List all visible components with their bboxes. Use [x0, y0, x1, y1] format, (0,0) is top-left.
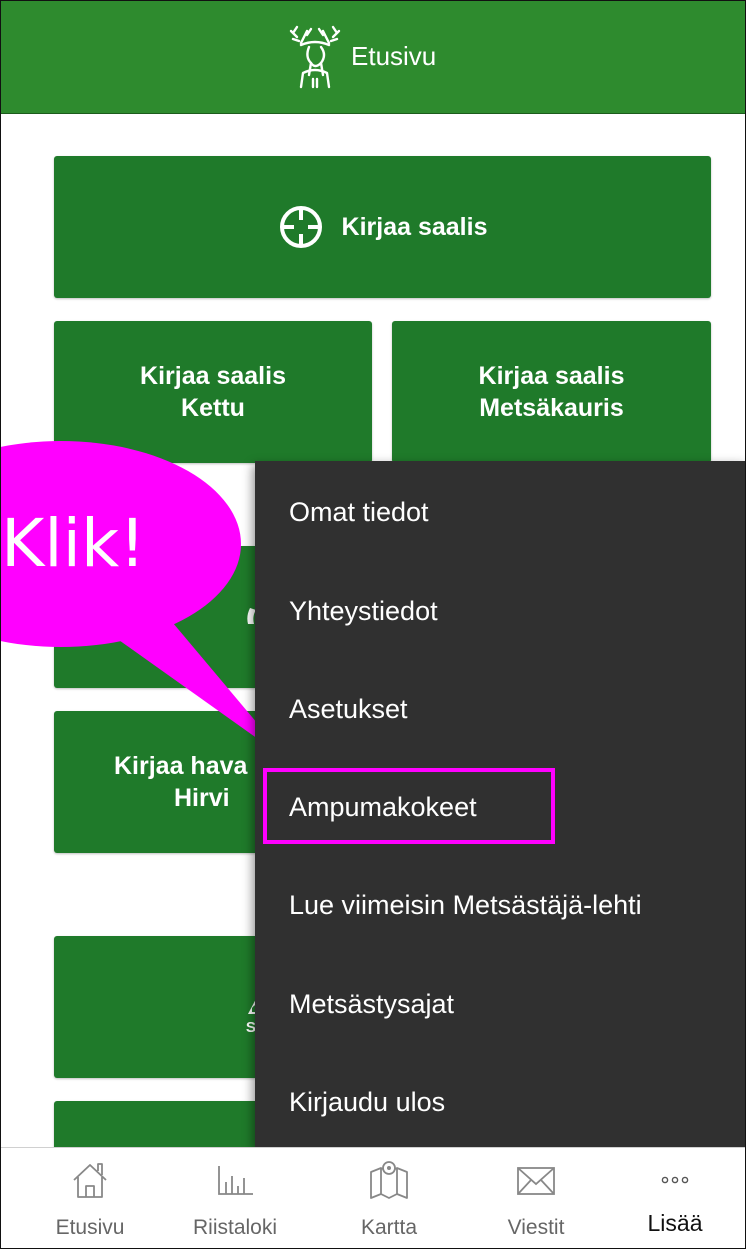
menu-item-metsastysajat[interactable]: Metsästysajat [289, 987, 454, 1021]
menu-item-omat-tiedot[interactable]: Omat tiedot [289, 495, 429, 529]
record-catch-button[interactable]: Kirjaa saalis [54, 156, 711, 298]
tile-label-line2: Kettu [181, 394, 245, 422]
more-icon [661, 1176, 689, 1184]
map-icon [370, 1161, 408, 1199]
bottom-navigation: Etusivu Riistaloki Kartta Viestit Lisää [1, 1147, 745, 1248]
home-icon [73, 1163, 107, 1198]
record-catch-kettu-button[interactable]: Kirjaa saalis Kettu [54, 321, 372, 463]
menu-item-yhteystiedot[interactable]: Yhteystiedot [289, 594, 438, 628]
tile-label-line1: Kirjaa hava [114, 752, 248, 780]
nav-label: Lisää [647, 1210, 703, 1236]
tile-label-line2: Metsäkauris [479, 394, 624, 422]
app-screen: Etusivu Kirjaa saalis Kirjaa saalis Kett… [0, 0, 746, 1249]
record-catch-label: Kirjaa saalis [341, 213, 488, 241]
bar-chart-icon [218, 1166, 253, 1195]
nav-item-riistaloki[interactable]: Riistaloki [165, 1148, 305, 1248]
mail-icon [517, 1167, 555, 1195]
menu-item-metsastaja-lehti[interactable]: Lue viimeisin Metsästäjä-lehti [289, 888, 642, 922]
callout-text: Klik! [1, 505, 146, 582]
record-catch-metsakauris-button[interactable]: Kirjaa saalis Metsäkauris [392, 321, 711, 463]
page-title: Etusivu [351, 41, 437, 71]
crosshair-icon [279, 206, 322, 248]
menu-item-asetukset[interactable]: Asetukset [289, 692, 408, 726]
tile-label-line2: Hirvi [174, 784, 230, 812]
menu-item-kirjaudu-ulos[interactable]: Kirjaudu ulos [289, 1085, 445, 1119]
nav-item-etusivu[interactable]: Etusivu [20, 1148, 160, 1248]
nav-item-kartta[interactable]: Kartta [319, 1148, 459, 1248]
nav-label: Kartta [360, 1216, 418, 1239]
nav-label: Etusivu [55, 1216, 125, 1239]
nav-label: Riistaloki [192, 1216, 278, 1239]
moose-logo-icon [289, 25, 341, 89]
nav-label: Viestit [507, 1216, 565, 1239]
tile-label-line1: Kirjaa saalis [478, 362, 625, 390]
highlight-frame [263, 768, 555, 844]
nav-item-viestit[interactable]: Viestit [466, 1148, 606, 1248]
top-app-bar: Etusivu [1, 1, 745, 114]
tile-label-line1: Kirjaa saalis [140, 362, 286, 390]
nav-item-lisaa[interactable]: Lisää [605, 1148, 745, 1248]
